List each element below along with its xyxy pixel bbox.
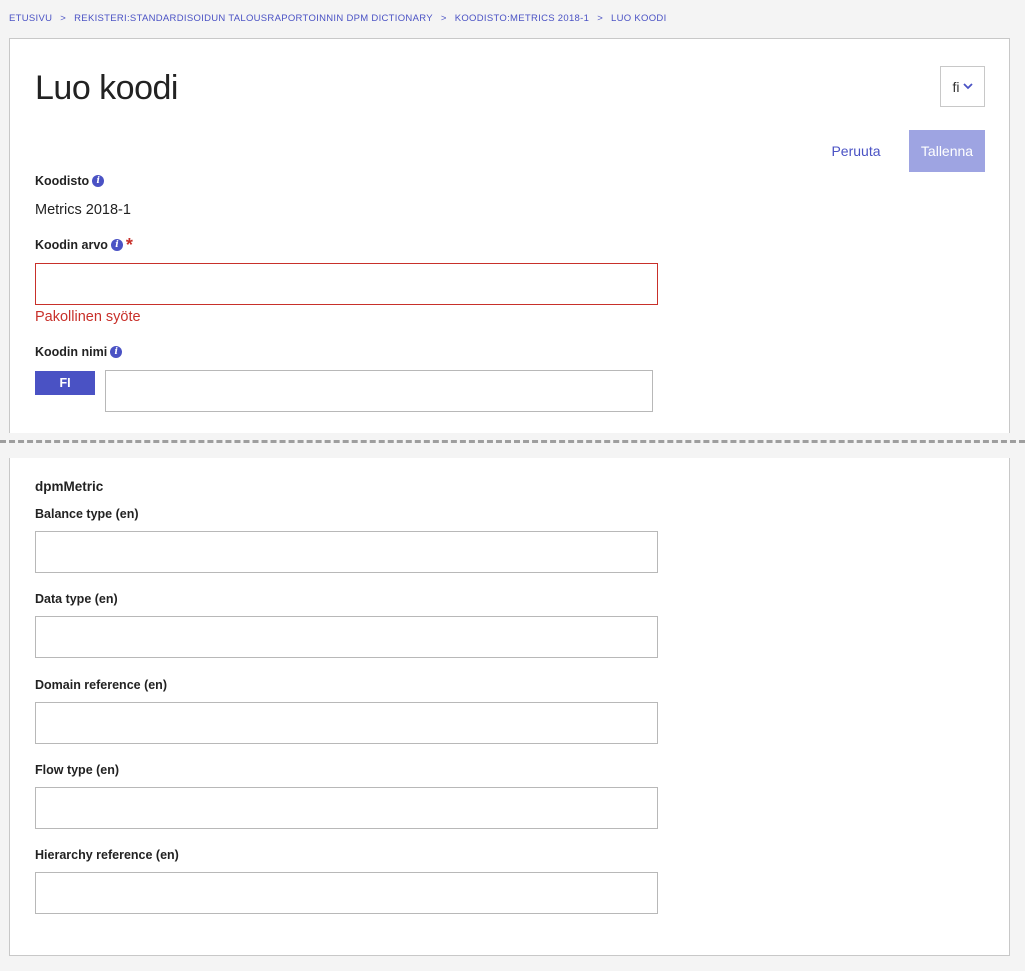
breadcrumb-home-link[interactable]: ETUSIVU <box>9 13 52 24</box>
language-select[interactable]: fi <box>940 66 985 107</box>
language-select-value: fi <box>952 78 960 95</box>
domain-reference-input[interactable] <box>35 702 658 744</box>
balance-type-input[interactable] <box>35 531 658 573</box>
data-type-input[interactable] <box>35 616 658 658</box>
hierarchy-reference-input[interactable] <box>35 872 658 914</box>
flow-type-label: Flow type (en) <box>35 763 120 777</box>
breadcrumb-registry-link[interactable]: REKISTERI:STANDARDISOIDUN TALOUSRAPORTOI… <box>74 13 433 24</box>
breadcrumb: ETUSIVU > REKISTERI:STANDARDISOIDUN TALOUS… <box>9 13 667 24</box>
content-cut-divider <box>0 440 1025 443</box>
page-title: Luo koodi <box>35 69 178 107</box>
info-icon[interactable]: i <box>92 175 105 187</box>
code-value-error: Pakollinen syöte <box>35 309 141 325</box>
codelist-value: Metrics 2018-1 <box>35 202 131 218</box>
breadcrumb-current: LUO KOODI <box>611 13 667 24</box>
code-name-input[interactable] <box>105 370 653 412</box>
code-name-label: Koodin nimi i <box>35 345 123 359</box>
codelist-label: Koodisto i <box>35 174 105 188</box>
code-value-input[interactable] <box>35 263 658 305</box>
data-type-label: Data type (en) <box>35 592 118 606</box>
breadcrumb-separator: > <box>597 13 604 24</box>
info-icon[interactable]: i <box>110 346 123 358</box>
code-value-label-text: Koodin arvo <box>35 238 108 252</box>
code-name-label-text: Koodin nimi <box>35 345 108 359</box>
breadcrumb-separator: > <box>60 13 67 24</box>
balance-type-label: Balance type (en) <box>35 507 139 521</box>
extension-title: dpmMetric <box>35 479 104 494</box>
hierarchy-reference-label: Hierarchy reference (en) <box>35 848 179 862</box>
save-button[interactable]: Tallenna <box>909 130 985 172</box>
code-name-language-tag: FI <box>35 371 95 395</box>
extension-panel: dpmMetric Balance type (en) Data type (e… <box>9 458 1010 956</box>
flow-type-input[interactable] <box>35 787 658 829</box>
create-code-panel: Luo koodi fi Peruuta Tallenna Koodisto i… <box>9 38 1010 433</box>
required-asterisk-icon: * <box>125 235 133 255</box>
domain-reference-label: Domain reference (en) <box>35 678 167 692</box>
code-value-label: Koodin arvo i * <box>35 235 133 255</box>
info-icon[interactable]: i <box>110 239 123 251</box>
cancel-button[interactable]: Peruuta <box>820 130 892 172</box>
chevron-down-icon <box>962 83 973 90</box>
codelist-label-text: Koodisto <box>35 174 90 188</box>
breadcrumb-codelist-link[interactable]: KOODISTO:METRICS 2018-1 <box>455 13 589 24</box>
breadcrumb-separator: > <box>440 13 447 24</box>
